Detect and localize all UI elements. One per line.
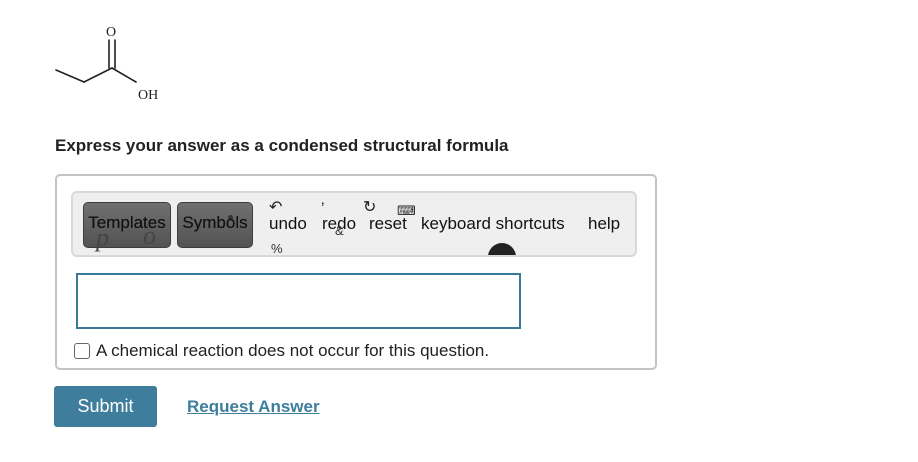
- keyboard-shortcuts-link[interactable]: keyboard shortcuts: [421, 214, 565, 234]
- symbols-label: Symbols: [182, 213, 248, 232]
- submit-button[interactable]: Submit: [54, 386, 157, 427]
- hydroxyl-label: OH: [138, 88, 158, 103]
- answer-input[interactable]: [76, 273, 521, 329]
- templates-label: Templates: [88, 213, 166, 232]
- no-reaction-label: A chemical reaction does not occur for t…: [96, 341, 490, 360]
- molecule-structure: O OH: [55, 25, 158, 103]
- undo-button[interactable]: undo: [269, 214, 307, 234]
- no-reaction-option[interactable]: A chemical reaction does not occur for t…: [74, 341, 489, 361]
- help-link[interactable]: help: [588, 214, 620, 234]
- ampersand-glyph-icon: &: [335, 223, 344, 238]
- oxygen-label: O: [106, 25, 116, 40]
- formula-toolbar: p o Templates Symbols ↶ undo % ʼ redo & …: [71, 191, 637, 257]
- templates-button[interactable]: p o Templates: [83, 202, 171, 252]
- request-answer-link[interactable]: Request Answer: [187, 397, 320, 417]
- overlay-glyph-icon: [488, 243, 516, 255]
- question-prompt: Express your answer as a condensed struc…: [55, 136, 509, 155]
- keyboard-icon[interactable]: ⌨: [397, 203, 416, 219]
- symbols-button[interactable]: Symbols: [177, 202, 253, 248]
- percent-glyph-icon: %: [271, 241, 283, 256]
- answer-panel: p o Templates Symbols ↶ undo % ʼ redo & …: [55, 174, 657, 370]
- no-reaction-checkbox[interactable]: [74, 343, 90, 359]
